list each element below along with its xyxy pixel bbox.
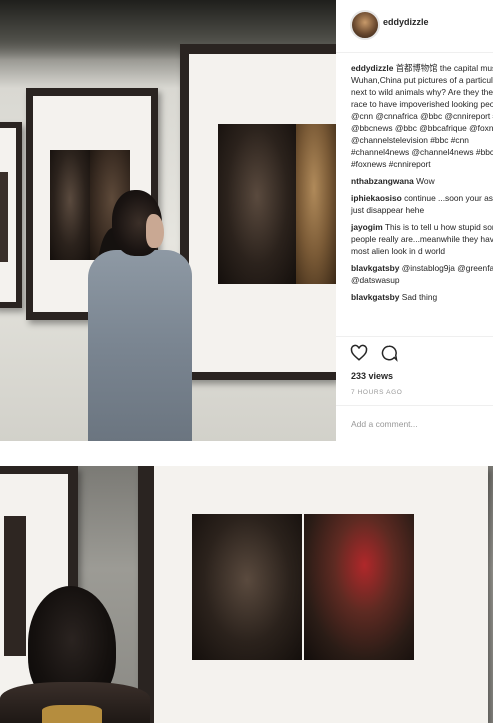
avatar[interactable] bbox=[350, 10, 380, 40]
add-comment-bar: Add a comment... bbox=[336, 405, 493, 441]
comment: iphiekaosiso continue ...soon your ass w… bbox=[351, 192, 493, 216]
caption-username[interactable]: eddydizzle bbox=[351, 63, 393, 73]
comment: jayogim This is to tell u how stupid som… bbox=[351, 221, 493, 257]
caption: eddydizzle 首都博物馆 the capital museum in W… bbox=[351, 62, 493, 170]
frame-far-left bbox=[0, 122, 22, 308]
frame-main bbox=[180, 44, 336, 380]
comment: blavkgatsby @instablog9ja @greenfacts @d… bbox=[351, 262, 493, 286]
photo-child-face bbox=[192, 514, 302, 660]
heart-icon[interactable] bbox=[350, 344, 368, 362]
comment-icon[interactable] bbox=[380, 344, 399, 362]
woman-body bbox=[88, 250, 192, 441]
caption-museum-name: 首都博物馆 bbox=[395, 63, 438, 73]
comment-username[interactable]: iphiekaosiso bbox=[351, 193, 402, 203]
photo-child-face bbox=[50, 150, 90, 260]
instagram-panel: eddydizzle eddydizzle 首都博物馆 the capital … bbox=[336, 0, 493, 441]
post-timestamp: 7 HOURS AGO bbox=[351, 389, 403, 396]
comment: nthabzangwana Wow bbox=[351, 175, 493, 187]
frame-photo bbox=[4, 516, 26, 656]
frame-main bbox=[138, 466, 488, 723]
comment: blavkgatsby Sad thing bbox=[351, 291, 493, 303]
view-count[interactable]: 233 views bbox=[351, 371, 393, 381]
photo-lion bbox=[296, 124, 336, 284]
post-caption-and-comments: eddydizzle 首都博物馆 the capital museum in W… bbox=[351, 62, 493, 308]
comment-username[interactable]: jayogim bbox=[351, 222, 383, 232]
photo-animal bbox=[304, 514, 414, 660]
photo-man-face bbox=[218, 124, 296, 284]
comment-text: Sad thing bbox=[401, 292, 438, 302]
frame-photo bbox=[192, 514, 414, 660]
comment-text: Wow bbox=[416, 176, 435, 186]
top-screenshot: eddydizzle eddydizzle 首都博物馆 the capital … bbox=[0, 0, 493, 441]
gallery-photo bbox=[0, 0, 336, 441]
comment-username[interactable]: nthabzangwana bbox=[351, 176, 414, 186]
caption-text: the capital museum in Wuhan,China put pi… bbox=[351, 63, 493, 169]
comment-username[interactable]: blavkgatsby bbox=[351, 263, 399, 273]
viewer-top bbox=[42, 705, 102, 723]
frame-photo bbox=[0, 172, 8, 262]
frame-photo bbox=[218, 124, 336, 284]
woman-face bbox=[146, 214, 164, 248]
post-actions bbox=[350, 344, 399, 367]
post-username[interactable]: eddydizzle bbox=[383, 17, 429, 27]
post-header: eddydizzle bbox=[336, 0, 493, 53]
add-comment-input[interactable]: Add a comment... bbox=[351, 419, 418, 429]
comment-username[interactable]: blavkgatsby bbox=[351, 292, 399, 302]
